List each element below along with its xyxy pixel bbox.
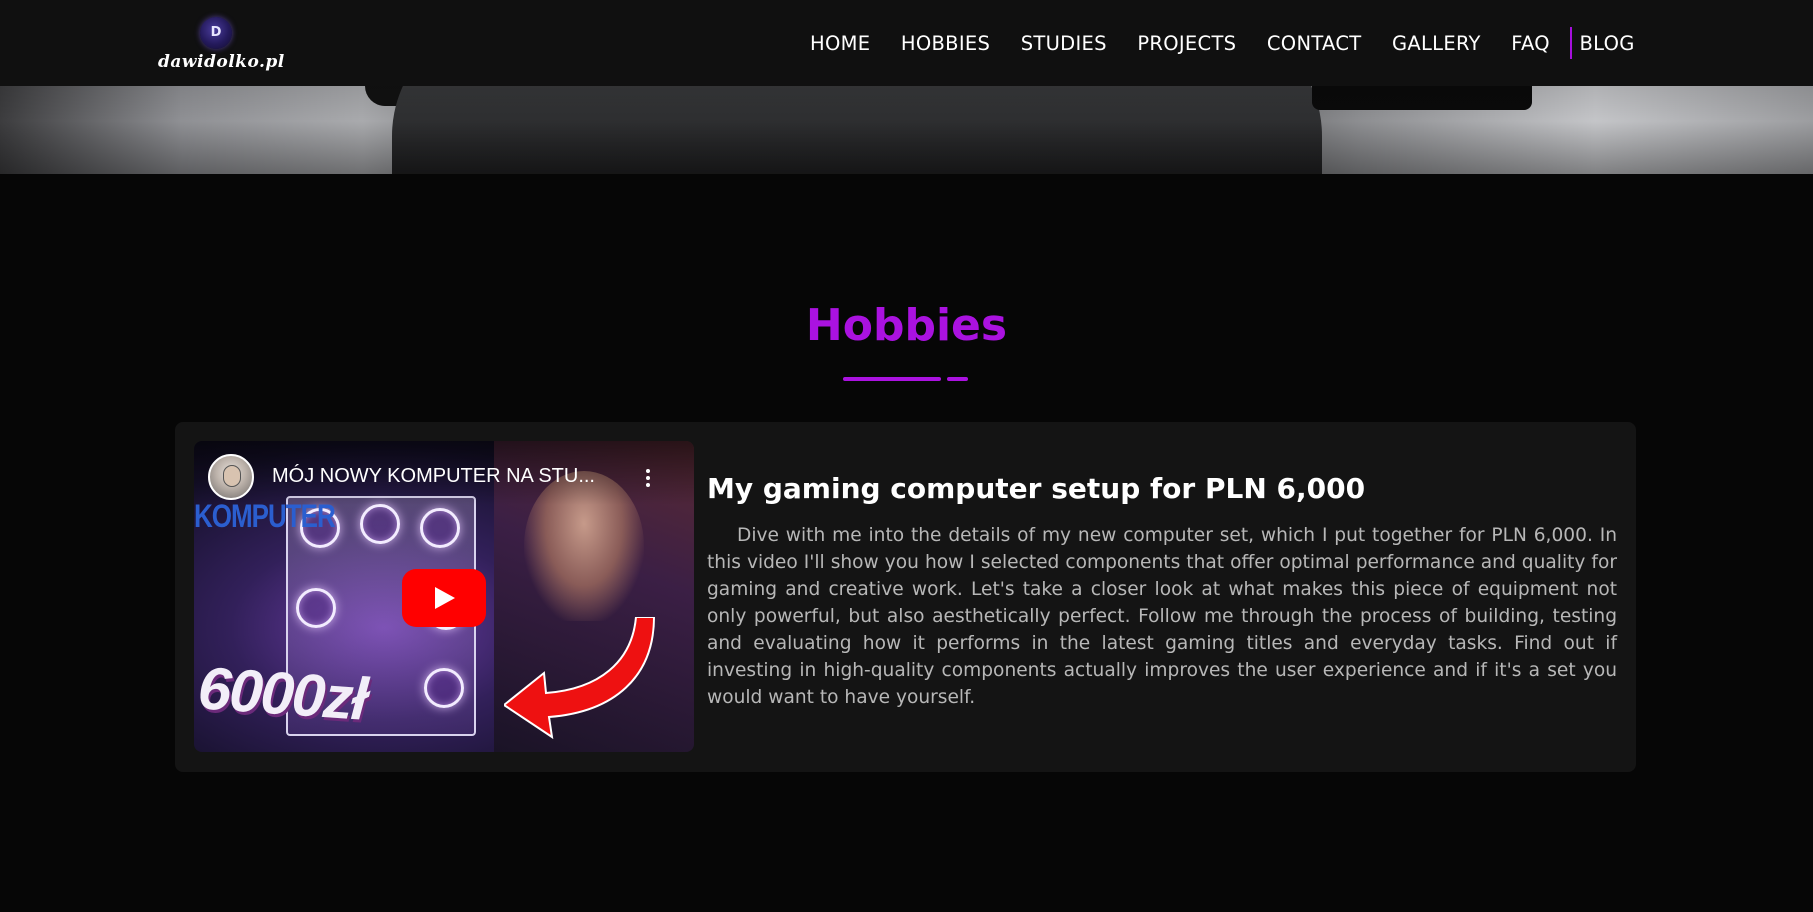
video-price-overlay: 6000zł — [195, 654, 369, 733]
nav-item-blog[interactable]: BLOG — [1579, 32, 1634, 55]
navbar: D dawidolko.pl HOME HOBBIES STUDIES PROJ… — [0, 0, 1813, 86]
nav-item-hobbies[interactable]: HOBBIES — [901, 32, 990, 55]
fan-icon — [420, 508, 460, 548]
nav-item-gallery[interactable]: GALLERY — [1392, 32, 1481, 55]
fan-icon — [296, 588, 336, 628]
nav-active-divider — [1570, 27, 1573, 59]
hero-banner-image — [0, 86, 1813, 174]
youtube-video-embed[interactable]: KOMPUTER MÓJ NOWY KOMPUTER NA STU... 600… — [194, 441, 694, 752]
logo-text: dawidolko.pl — [158, 52, 285, 72]
hobby-card: KOMPUTER MÓJ NOWY KOMPUTER NA STU... 600… — [175, 422, 1636, 772]
red-arrow — [504, 617, 656, 740]
video-title[interactable]: MÓJ NOWY KOMPUTER NA STU... — [272, 465, 595, 488]
nav-item-studies[interactable]: STUDIES — [1021, 32, 1107, 55]
nav-item-faq[interactable]: FAQ — [1511, 32, 1550, 55]
main-nav: HOME HOBBIES STUDIES PROJECTS CONTACT GA… — [810, 0, 1635, 86]
nav-item-projects[interactable]: PROJECTS — [1137, 32, 1236, 55]
title-underline-short — [947, 377, 968, 381]
fan-icon — [360, 504, 400, 544]
play-triangle — [435, 587, 455, 609]
more-vert-icon[interactable] — [645, 469, 651, 491]
site-logo[interactable]: D dawidolko.pl — [158, 14, 284, 78]
logo-badge-icon: D — [200, 17, 232, 49]
post-title: My gaming computer setup for PLN 6,000 — [707, 472, 1366, 505]
title-underline-long — [843, 377, 941, 381]
section-title: Hobbies — [805, 300, 1008, 351]
video-channel-overlay: KOMPUTER — [194, 497, 336, 535]
channel-avatar[interactable] — [208, 454, 254, 500]
nav-item-home[interactable]: HOME — [810, 32, 870, 55]
fan-icon — [424, 668, 464, 708]
youtube-play-icon[interactable] — [402, 569, 486, 627]
logo-letter: D — [210, 25, 222, 40]
avatar-face — [223, 465, 241, 487]
nav-item-contact[interactable]: CONTACT — [1267, 32, 1362, 55]
hero-shade — [0, 86, 1813, 174]
post-body: Dive with me into the details of my new … — [707, 525, 1617, 708]
